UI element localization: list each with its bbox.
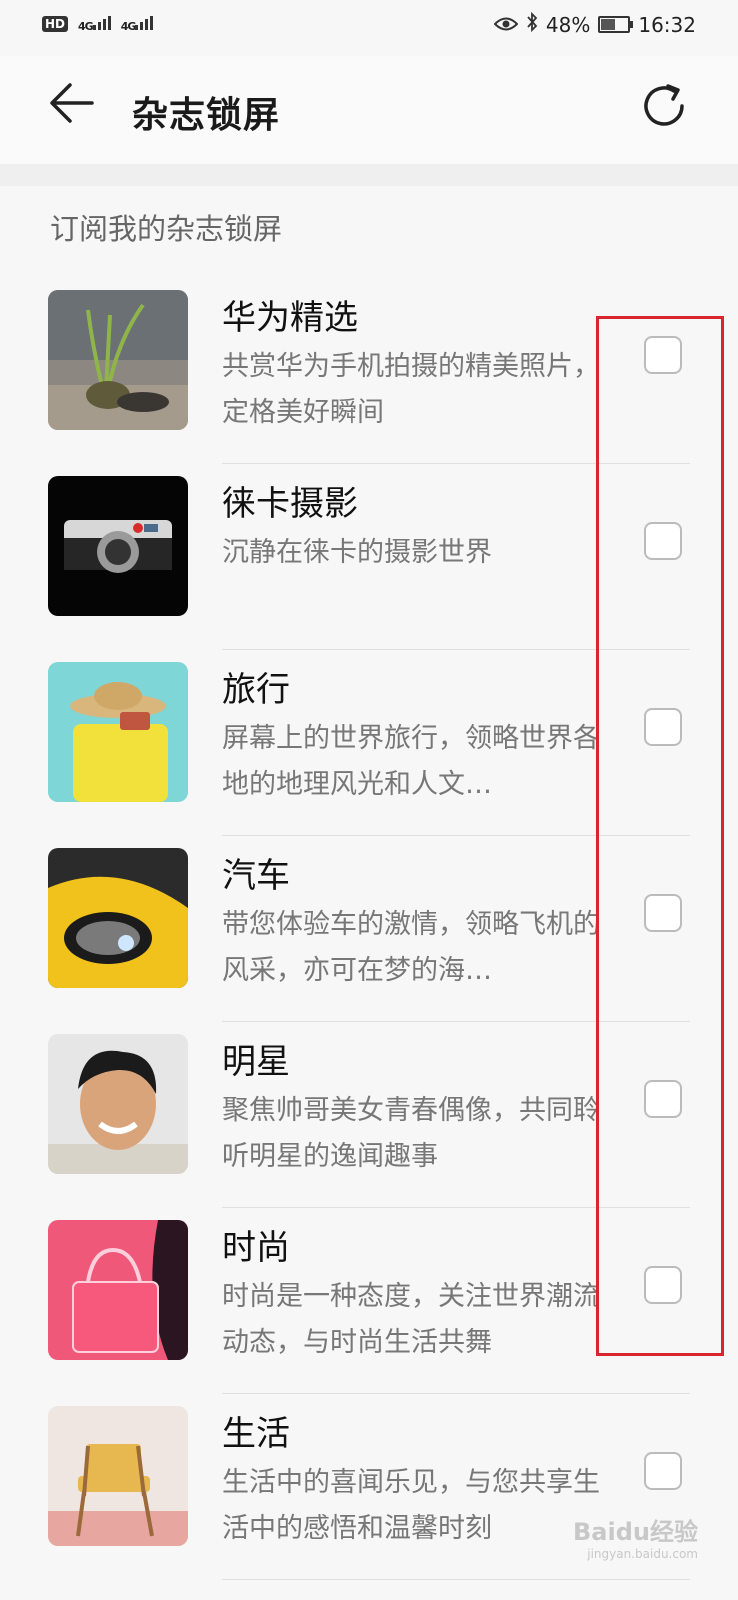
watermark: Baidu经验 jingyan.baidu.com <box>573 1512 698 1561</box>
page-title: 杂志锁屏 <box>132 95 281 136</box>
divider <box>222 1579 690 1580</box>
item-title: 旅行 <box>222 670 290 710</box>
signal-sim2-icon: 4G <box>121 14 154 34</box>
item-title: 时尚 <box>222 1228 290 1268</box>
back-button[interactable] <box>46 78 102 138</box>
celebrity-thumbnail <box>48 1034 188 1174</box>
section-title: 订阅我的杂志锁屏 <box>50 212 283 246</box>
subscribe-checkbox[interactable] <box>644 1452 682 1490</box>
bluetooth-icon <box>526 11 538 37</box>
item-title: 汽车 <box>222 856 290 896</box>
item-title: 明星 <box>222 1042 290 1082</box>
item-description: 屏幕上的世界旅行，领略世界各地的地理风光和人文… <box>222 723 600 800</box>
battery-percent: 48% <box>545 12 591 37</box>
watermark-url: jingyan.baidu.com <box>587 1547 698 1561</box>
item-title: 华为精选 <box>222 298 358 338</box>
eye-icon <box>493 13 519 37</box>
section-separator <box>0 164 738 186</box>
item-description: 生活中的喜闻乐见，与您共享生活中的感悟和温馨时刻 <box>222 1467 600 1544</box>
hd-voice-icon: HD <box>42 16 69 32</box>
back-arrow-icon <box>50 83 94 123</box>
travel-thumbnail <box>48 662 188 802</box>
app-bar: 杂志锁屏 <box>0 56 738 164</box>
refresh-button[interactable] <box>638 80 694 136</box>
item-description: 带您体验车的激情，领略飞机的风采，亦可在梦的海… <box>222 909 600 986</box>
huawei-selection-thumbnail <box>48 290 188 430</box>
item-description: 时尚是一种态度，关注世界潮流动态，与时尚生活共舞 <box>222 1281 600 1358</box>
life-thumbnail <box>48 1406 188 1546</box>
battery-icon <box>598 16 634 33</box>
signal-sim1-icon: 4G <box>78 14 111 34</box>
item-description: 共赏华为手机拍摄的精美照片，定格美好瞬间 <box>222 351 600 428</box>
status-bar: HD 4G 4G 48% 16:32 <box>0 0 738 56</box>
car-thumbnail <box>48 848 188 988</box>
item-description: 聚焦帅哥美女青春偶像，共同聆听明星的逸闻趣事 <box>222 1095 600 1172</box>
fashion-thumbnail <box>48 1220 188 1360</box>
item-title: 徕卡摄影 <box>222 484 358 524</box>
leica-photography-thumbnail <box>48 476 188 616</box>
watermark-brand: Baidu经验 <box>573 1518 698 1546</box>
item-title: 生活 <box>222 1414 290 1454</box>
item-description: 沉静在徕卡的摄影世界 <box>222 537 492 568</box>
clock: 16:32 <box>638 12 696 37</box>
refresh-icon <box>644 84 684 126</box>
annotation-highlight-box <box>596 316 724 1356</box>
